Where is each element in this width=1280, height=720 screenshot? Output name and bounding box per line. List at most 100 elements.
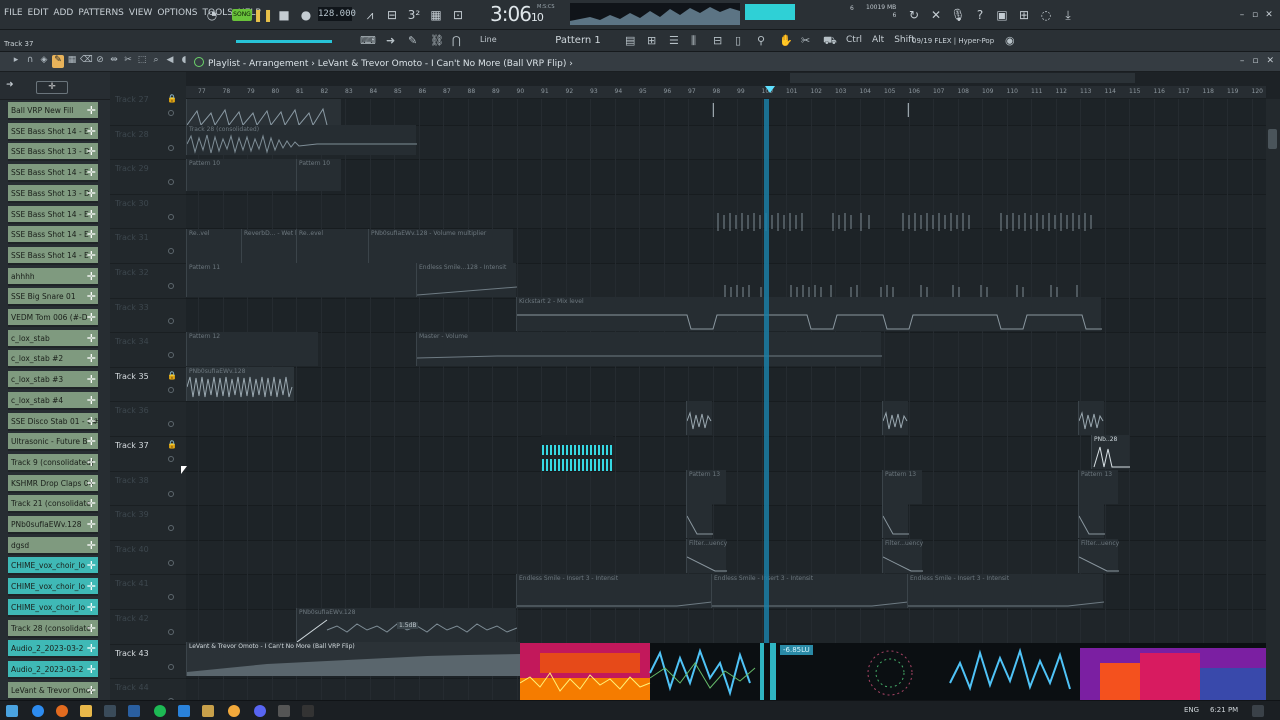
- picker-item[interactable]: Track 9 (consolidated) ✛: [8, 453, 98, 472]
- folder-icon[interactable]: [80, 705, 92, 717]
- add-icon[interactable]: ✛: [87, 123, 96, 139]
- picker-item[interactable]: CHIME_vox_choir_lo ✛: [8, 598, 98, 617]
- keyboard-icon[interactable]: ⌨: [360, 34, 376, 47]
- windows-start-icon[interactable]: [6, 705, 18, 717]
- channel-rack-icon[interactable]: ☰: [669, 34, 679, 47]
- picker-item[interactable]: SSE Bass Shot 14 - E ✛: [8, 205, 98, 224]
- grid-icon[interactable]: ⊟: [713, 34, 722, 47]
- discord-icon[interactable]: [254, 705, 266, 717]
- track-mute-indicator[interactable]: [168, 421, 174, 428]
- slide-icon[interactable]: ◈: [38, 55, 50, 68]
- app-icon[interactable]: [128, 705, 140, 717]
- add-icon[interactable]: ✛: [87, 143, 96, 159]
- track-mute-indicator[interactable]: [168, 559, 174, 566]
- scroll-thumb[interactable]: [1268, 129, 1277, 149]
- track-header[interactable]: Track 32: [110, 264, 186, 299]
- menu-options[interactable]: OPTIONS: [157, 8, 197, 18]
- playlist-icon[interactable]: ▤: [625, 34, 635, 47]
- track-header[interactable]: Track 38: [110, 472, 186, 507]
- picker-item[interactable]: PNb0sufIaEWv.128 ✛: [8, 516, 98, 534]
- menu-view[interactable]: VIEW: [129, 8, 152, 18]
- menu-arrow-icon[interactable]: ▸: [10, 55, 22, 68]
- picker-item[interactable]: SSE Bass Shot 14 - E ✛: [8, 226, 98, 245]
- obs-icon[interactable]: [278, 705, 290, 717]
- picker-item[interactable]: Ball VRP New Fill ✛: [8, 102, 98, 120]
- recording-icon[interactable]: ◔: [203, 6, 221, 24]
- link-icon[interactable]: ⛓: [430, 34, 444, 47]
- clip-filter[interactable]: Filter...uency: [882, 539, 923, 573]
- picker-item[interactable]: CHIME_vox_choir_lo ✛: [8, 578, 98, 597]
- record-icon[interactable]: ●: [297, 6, 315, 24]
- add-icon[interactable]: ✛: [87, 350, 96, 366]
- track-header[interactable]: Track 36: [110, 402, 186, 437]
- add-icon[interactable]: ✛: [87, 164, 96, 180]
- browser-icon[interactable]: ▯: [735, 34, 741, 47]
- track-header[interactable]: Track 28: [110, 126, 186, 161]
- picker-item[interactable]: c_lox_stab #3 ✛: [8, 371, 98, 390]
- clip-pattern10[interactable]: Pattern 10: [296, 159, 341, 191]
- add-icon[interactable]: ✛: [87, 102, 96, 118]
- slip-icon[interactable]: ⇹: [108, 55, 120, 68]
- scissors-icon[interactable]: ✂: [801, 34, 810, 47]
- language-indicator[interactable]: ENG: [1184, 706, 1199, 714]
- picker-item[interactable]: ahhhh ✛: [8, 267, 98, 286]
- loop-record-icon[interactable]: ⊡: [449, 6, 467, 24]
- clip-pattern13[interactable]: Pattern 13: [686, 470, 726, 504]
- playhead-marker[interactable]: [765, 86, 775, 93]
- picker-item[interactable]: c_lox_stab #4 ✛: [8, 391, 98, 410]
- track-mute-indicator[interactable]: [168, 629, 174, 635]
- firefox-icon[interactable]: [56, 705, 68, 717]
- add-icon[interactable]: ✛: [87, 640, 96, 656]
- clip-small[interactable]: [882, 504, 909, 538]
- picker-item[interactable]: CHIME_vox_choir_lo ✛: [8, 557, 98, 576]
- help-icon[interactable]: ?: [971, 6, 989, 24]
- microphone-icon[interactable]: 🎙: [949, 6, 967, 24]
- arrangement-grid[interactable]: Track 28 (consolidated) Pattern 10 Patte…: [186, 99, 1266, 700]
- track-mute-indicator[interactable]: [168, 594, 174, 601]
- clip-track27[interactable]: [186, 99, 341, 125]
- track-mute-indicator[interactable]: [168, 110, 174, 116]
- clip-automation-wet[interactable]: ReverbD... - Wet level: [241, 229, 309, 263]
- song-mode-button[interactable]: SONG: [232, 9, 252, 21]
- mixer-icon[interactable]: ⫼: [691, 34, 696, 48]
- clip-small[interactable]: [686, 504, 713, 538]
- picker-arrow-icon[interactable]: ➜: [6, 80, 14, 90]
- touch-icon[interactable]: ✋: [779, 34, 793, 47]
- track-header[interactable]: Track 34: [110, 333, 186, 368]
- track-header[interactable]: Track 27 🔒: [110, 91, 186, 126]
- track-mute-indicator[interactable]: [168, 179, 174, 186]
- metronome-icon[interactable]: ⩘: [361, 6, 379, 24]
- track-mute-indicator[interactable]: [168, 663, 174, 670]
- track-header[interactable]: Track 43: [110, 645, 186, 680]
- playback-icon[interactable]: ◀: [164, 55, 176, 68]
- picker-item[interactable]: SSE Bass Shot 13 - D ✛: [8, 143, 98, 162]
- stop-icon[interactable]: ■: [275, 6, 293, 24]
- clip-volume-multiplier[interactable]: PNb0sufIaEWv.128 - Volume multiplier: [368, 229, 513, 263]
- menu-add[interactable]: ADD: [53, 8, 73, 18]
- track-mute-indicator[interactable]: [168, 386, 174, 393]
- picker-item[interactable]: Audio_2_2023-03-2 ✛: [8, 660, 98, 679]
- add-icon[interactable]: ✛: [87, 557, 96, 573]
- picker-item[interactable]: SSE Bass Shot 13 - D ✛: [8, 184, 98, 203]
- clip-automation[interactable]: Re..vel: [186, 229, 241, 263]
- playlist-minimize-icon[interactable]: –: [1240, 56, 1245, 66]
- mail-icon[interactable]: [178, 705, 190, 717]
- marker-clip[interactable]: [712, 103, 714, 117]
- terminal-icon[interactable]: [104, 705, 116, 717]
- slice-icon[interactable]: ✂: [122, 55, 134, 68]
- add-icon[interactable]: ✛: [87, 495, 96, 511]
- chat-icon[interactable]: ◌: [1037, 6, 1055, 24]
- clip-small[interactable]: [1078, 401, 1104, 435]
- track-mute-indicator[interactable]: [168, 525, 174, 532]
- close-icon[interactable]: ✕: [1260, 6, 1278, 24]
- pencil-icon[interactable]: ✎: [408, 34, 417, 47]
- add-icon[interactable]: ✛: [87, 599, 96, 615]
- track-mute-indicator[interactable]: [168, 144, 174, 151]
- clip-pattern10[interactable]: Pattern 10: [186, 159, 296, 191]
- clip-pattern13[interactable]: Pattern 13: [882, 470, 922, 504]
- picker-item[interactable]: Ultrasonic - Future B ✛: [8, 433, 98, 452]
- track-header[interactable]: Track 33: [110, 299, 186, 334]
- clip-hits[interactable]: [901, 203, 1096, 231]
- clip-endless-smile-insert[interactable]: Endless Smile - Insert 3 - Intensit: [711, 574, 908, 608]
- clip-pnb-riser[interactable]: PNb0sufIaEWv.128 1.5dB: [296, 608, 517, 642]
